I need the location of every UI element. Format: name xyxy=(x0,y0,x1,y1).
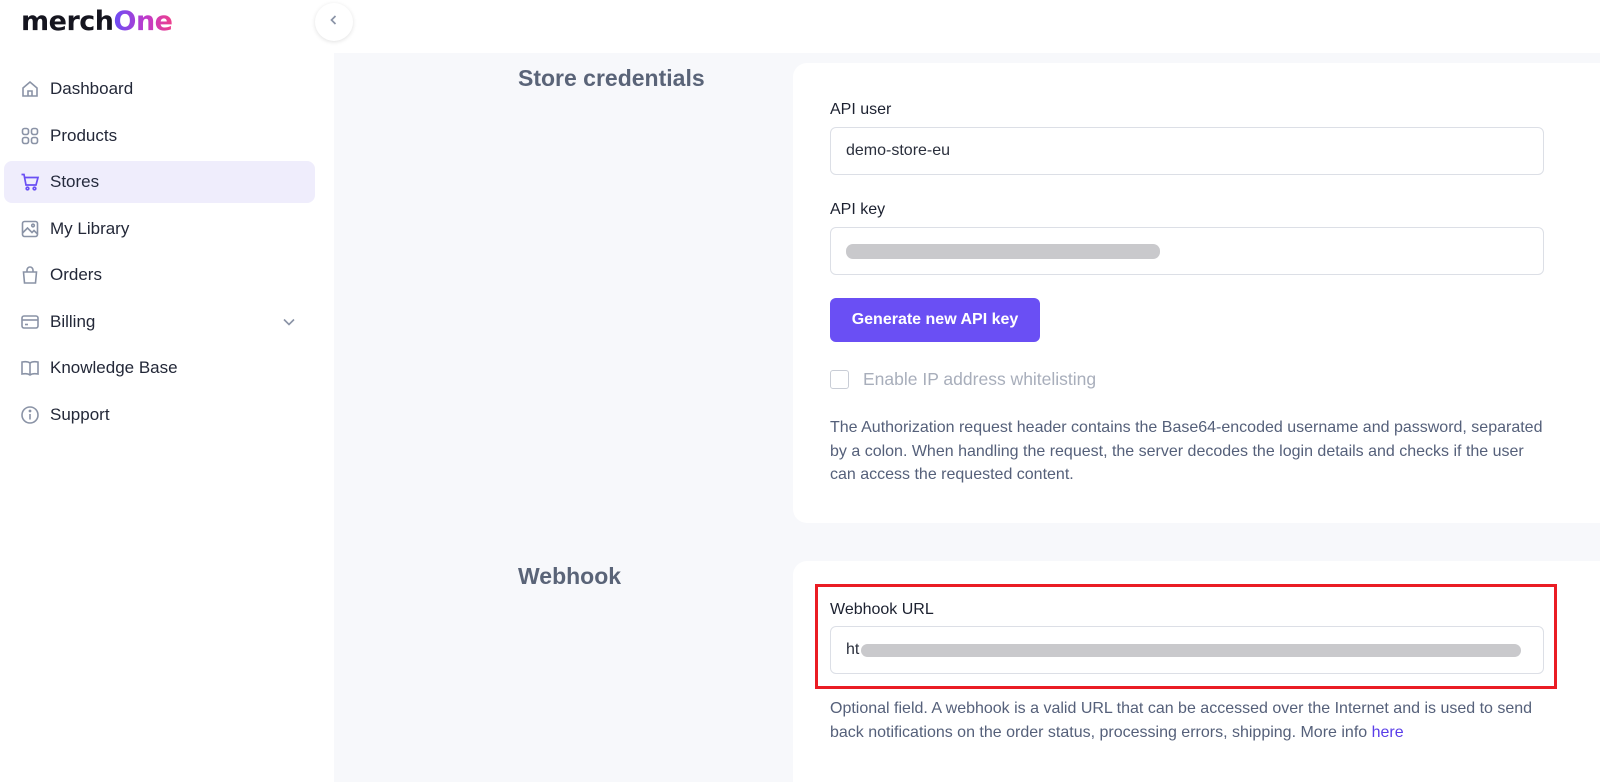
grid-icon xyxy=(20,126,40,146)
sidebar-item-label: Stores xyxy=(50,172,100,191)
chevron-down-icon[interactable] xyxy=(281,314,297,335)
api-key-input[interactable] xyxy=(830,227,1544,275)
sidebar-item-label: Products xyxy=(50,125,118,145)
sidebar-item-stores[interactable]: Stores xyxy=(4,161,315,203)
sidebar-item-label: Orders xyxy=(50,265,102,284)
sidebar-item-my-library[interactable]: My Library xyxy=(4,208,315,250)
authorization-help-text: The Authorization request header contain… xyxy=(830,419,1543,483)
sidebar-item-label: My Library xyxy=(50,218,130,238)
api-key-label: API key xyxy=(830,201,886,218)
sidebar-item-label: Knowledge Base xyxy=(50,358,178,377)
logo-text-suffix: One xyxy=(113,6,174,37)
home-icon xyxy=(20,79,40,99)
merchone-logo[interactable]: merchOne xyxy=(21,6,173,37)
main-content: Store credentials API user demo-store-eu… xyxy=(334,53,1600,782)
bag-icon xyxy=(20,265,40,285)
logo-text-prefix: merch xyxy=(21,6,114,37)
api-user-input[interactable]: demo-store-eu xyxy=(830,127,1544,175)
sidebar-item-label: Dashboard xyxy=(50,79,134,98)
api-user-label: API user xyxy=(830,101,892,118)
sidebar: merchOne Dashboard Products Stores My Li… xyxy=(0,0,334,782)
credit-card-icon xyxy=(20,312,40,332)
book-icon xyxy=(20,358,40,378)
sidebar-item-support[interactable]: Support xyxy=(4,394,315,436)
webhook-title: Webhook xyxy=(518,563,622,589)
ip-whitelist-label[interactable]: Enable IP address whitelisting xyxy=(863,369,1096,390)
sidebar-item-products[interactable]: Products xyxy=(4,115,315,157)
cart-icon xyxy=(20,172,40,192)
generate-api-key-button[interactable]: Generate new API key xyxy=(830,298,1040,342)
sidebar-nav: Dashboard Products Stores My Library Ord… xyxy=(4,68,315,440)
sidebar-item-label: Billing xyxy=(50,311,96,331)
info-icon xyxy=(20,405,40,425)
image-icon xyxy=(20,219,40,239)
annotation-highlight-box xyxy=(815,584,1557,689)
api-key-masked-value xyxy=(846,243,1160,259)
sidebar-item-knowledge-base[interactable]: Knowledge Base xyxy=(4,347,315,389)
sidebar-item-dashboard[interactable]: Dashboard xyxy=(4,68,315,110)
collapse-sidebar-button[interactable] xyxy=(315,3,353,41)
ip-whitelist-checkbox[interactable] xyxy=(830,370,849,389)
sidebar-item-orders[interactable]: Orders xyxy=(4,254,315,296)
api-user-value: demo-store-eu xyxy=(846,142,951,159)
chevron-left-icon xyxy=(327,13,341,32)
sidebar-item-label: Support xyxy=(50,404,110,424)
store-credentials-card: API user demo-store-eu API key Generate … xyxy=(793,63,1600,523)
sidebar-item-billing[interactable]: Billing xyxy=(4,301,315,343)
more-info-link[interactable]: here xyxy=(1372,724,1404,741)
store-credentials-title: Store credentials xyxy=(518,65,705,91)
webhook-help-text: Optional field. A webhook is a valid URL… xyxy=(830,697,1550,744)
webhook-help-body: Optional field. A webhook is a valid URL… xyxy=(830,700,1533,741)
